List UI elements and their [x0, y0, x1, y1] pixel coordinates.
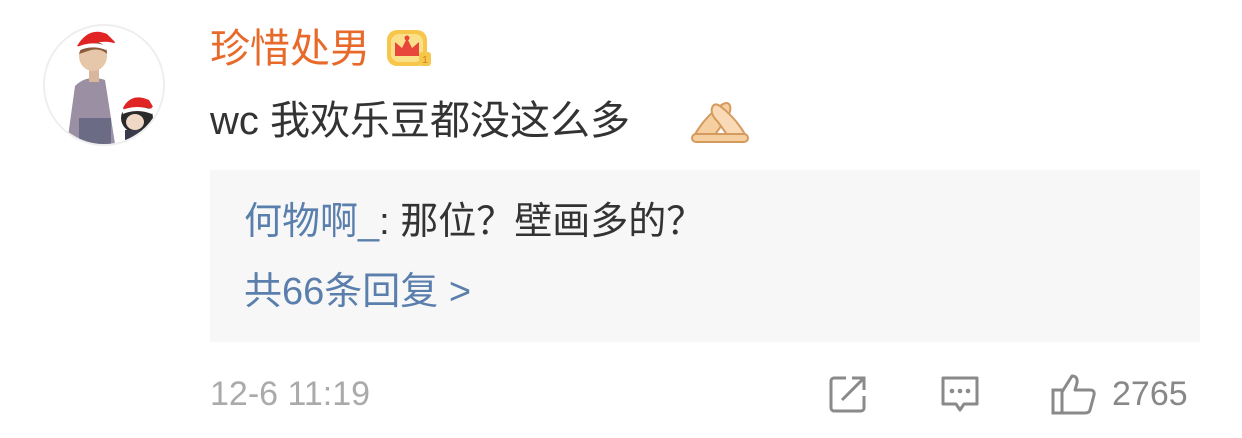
share-icon[interactable] — [826, 372, 870, 416]
reply-text: 那位？壁画多的？ — [400, 201, 705, 243]
comment-text: wc 我欢乐豆都没这么多 — [210, 99, 630, 143]
crown-badge-icon[interactable]: 1 — [385, 26, 433, 70]
timestamp: 12-6 11:19 — [210, 375, 371, 413]
svg-text:1: 1 — [422, 55, 428, 66]
reply-separator: : — [379, 201, 401, 243]
view-replies-link[interactable]: 共66条回复 > — [244, 268, 471, 316]
like-count: 2765 — [1112, 375, 1188, 413]
christmas-hat-avatar-icon — [45, 26, 163, 144]
reply-username[interactable]: 何物啊_ — [244, 201, 379, 243]
thumbs-up-icon[interactable] — [1050, 372, 1098, 416]
reply-preview[interactable]: 何物啊_: 那位？壁画多的？ 共66条回复 > — [210, 170, 1200, 342]
pray-hands-emoji-icon — [691, 102, 749, 143]
avatar[interactable] — [43, 24, 165, 146]
username[interactable]: 珍惜处男 — [210, 24, 370, 74]
reply-preview-line: 何物啊_: 那位？壁画多的？ — [244, 198, 704, 246]
comment-icon[interactable] — [938, 372, 982, 416]
